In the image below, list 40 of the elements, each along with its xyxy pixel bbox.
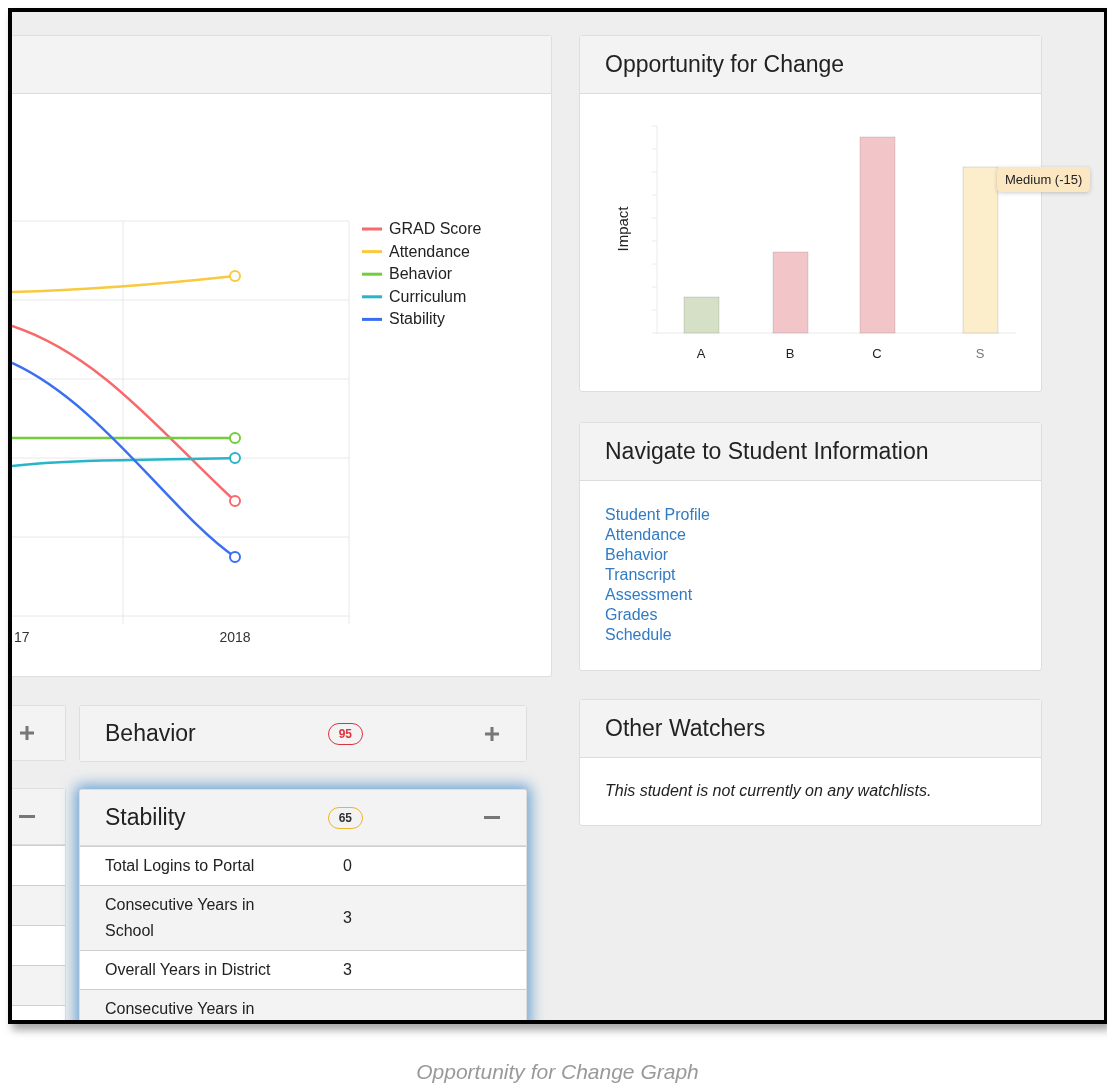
nav-link[interactable]: Behavior [605,545,669,565]
legend-label: Behavior [389,265,453,283]
row-value: 0 [343,856,353,876]
card-title: Navigate to Student Information [605,438,930,465]
nav-link[interactable]: Student Profile [605,505,710,525]
row-label: Consecutive Years in School [105,895,256,941]
nav-link[interactable]: Assessment [605,585,693,605]
legend-label: Attendance [389,242,470,260]
empty-message: This student is not currently on any watchlists. [604,781,933,801]
legend-label: Curriculum [389,287,467,305]
figure-caption: Opportunity for Change Graph [415,1060,700,1084]
axis-label: 2018 [219,629,251,645]
nav-link[interactable]: Grades [605,605,658,625]
axis-label: C [872,346,882,361]
axis-title: Impact [614,206,631,252]
card-title: Stability [105,804,187,831]
axis-label: S [975,346,985,361]
legend-label: Stability [389,310,446,328]
expand-button[interactable] [18,724,36,742]
legend-label: GRAD Score [389,220,482,237]
expand-button[interactable] [483,724,501,743]
axis-label: 17 [14,629,30,645]
axis-label: A [696,346,706,361]
axis-label: B [785,346,795,361]
nav-link[interactable]: Schedule [605,625,672,645]
nav-link[interactable]: Attendance [605,525,686,545]
card-title: Behavior [105,720,197,747]
row-value: 3 [343,908,353,928]
card-title: Opportunity for Change [605,51,846,78]
plus-icon [483,724,501,743]
minus-icon [484,816,500,819]
plus-icon [18,724,36,742]
row-label: Overall Years in District [105,960,272,980]
row-value: 3 [343,960,353,980]
nav-link[interactable]: Transcript [605,565,676,585]
row-label: Total Logins to Portal [105,856,256,876]
card-title: Other Watchers [605,715,767,742]
minus-icon [19,815,35,818]
tooltip: Medium (-15) [997,167,1091,192]
row-label: Consecutive Years in [105,999,256,1019]
